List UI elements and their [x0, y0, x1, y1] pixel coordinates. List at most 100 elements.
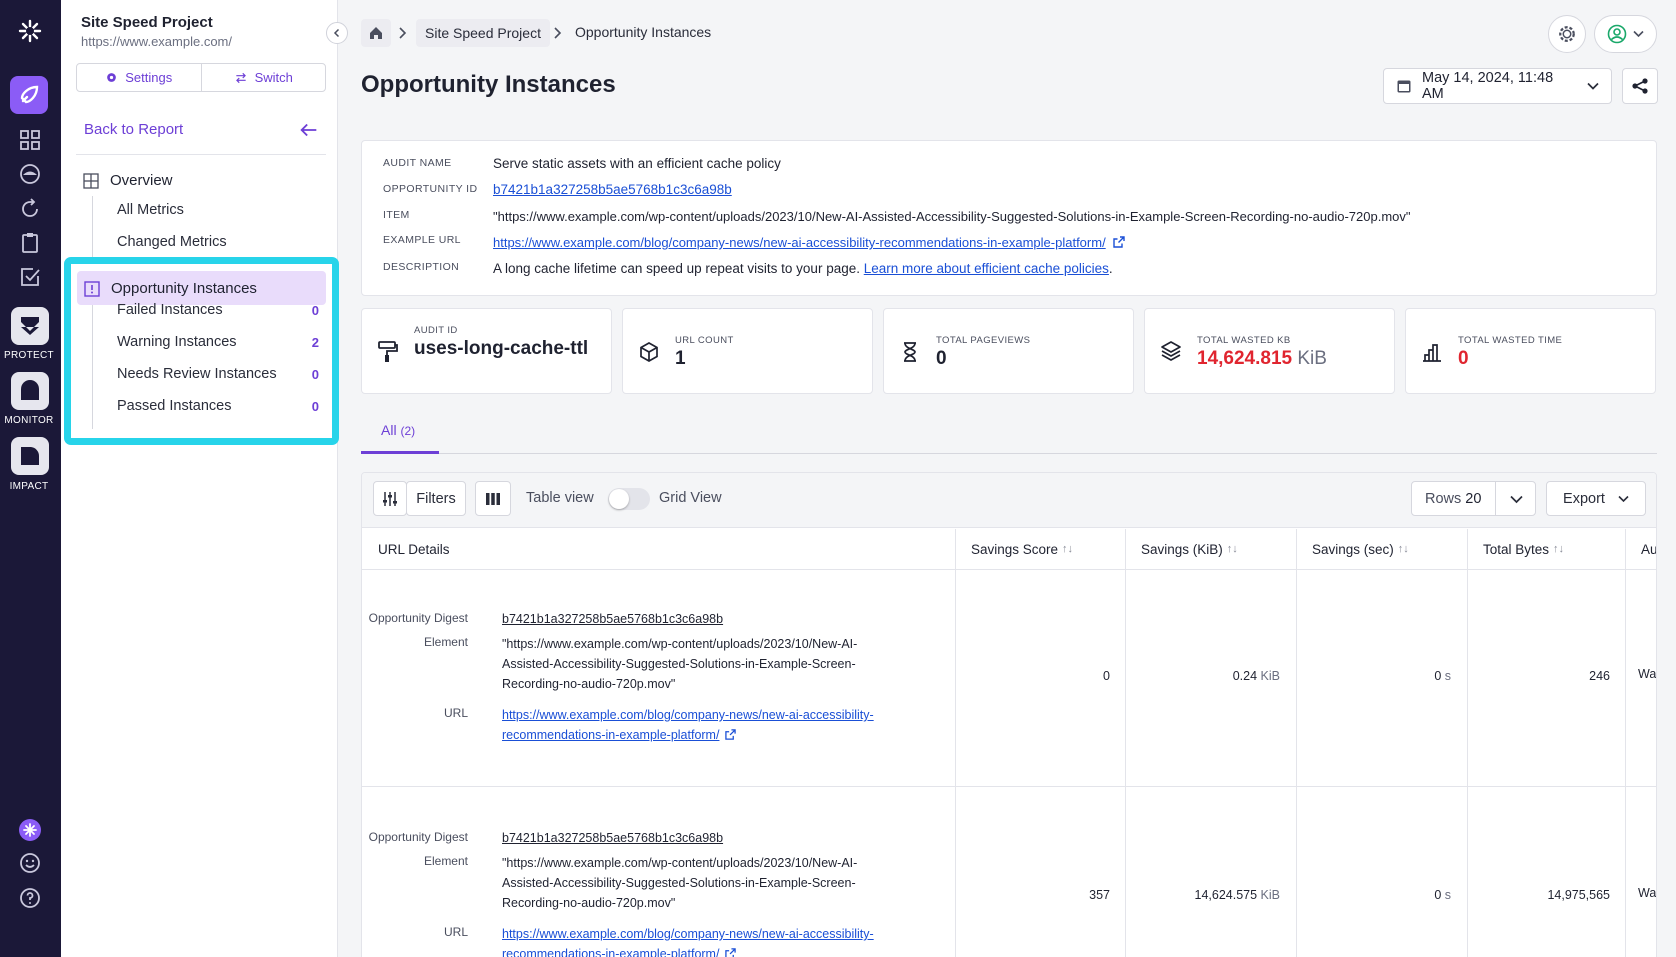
smiley-icon[interactable]	[18, 851, 42, 875]
url-link[interactable]: https://www.example.com/blog/company-new…	[502, 927, 874, 957]
column-header-savings-kib[interactable]: Savings (KiB) ↑↓	[1125, 529, 1238, 569]
savings-kib-cell: 14,624.575 KiB	[1125, 888, 1281, 902]
table-grid-icon	[83, 172, 99, 189]
export-label: Export	[1563, 490, 1605, 507]
tab-all-label: All	[381, 422, 397, 438]
rail-speed-button[interactable]	[10, 76, 48, 114]
savings-kib: 0.24	[1232, 669, 1258, 683]
sidebar-item-changed-metrics[interactable]: Changed Metrics	[117, 234, 227, 250]
stat-label: TOTAL WASTED TIME	[1458, 335, 1563, 346]
column-header-savings-score[interactable]: Savings Score ↑↓	[955, 529, 1073, 569]
grid-view-label: Grid View	[659, 490, 722, 506]
arrow-left-icon[interactable]	[298, 119, 320, 141]
url-link[interactable]: https://www.example.com/blog/company-new…	[502, 708, 874, 742]
back-to-report-link[interactable]: Back to Report	[84, 121, 183, 138]
column-header-total-bytes[interactable]: Total Bytes ↑↓	[1467, 529, 1564, 569]
sidebar-item-overview[interactable]: Overview	[83, 172, 173, 189]
collapse-sidebar-button[interactable]	[326, 22, 348, 44]
instances-table-panel: Filters Table view Grid View Rows 20 Exp…	[361, 472, 1657, 957]
savings-score: 0	[1103, 669, 1110, 683]
project-name: Site Speed Project	[81, 14, 213, 31]
stat-audit-id: AUDIT ID uses-long-cache-ttl	[361, 308, 612, 394]
brand-badge-icon[interactable]	[18, 818, 42, 842]
table-toolbar: Filters Table view Grid View Rows 20 Exp…	[362, 473, 1656, 528]
export-button[interactable]: Export	[1546, 481, 1646, 516]
gauge-icon[interactable]	[18, 162, 42, 186]
protect-button[interactable]	[11, 307, 49, 345]
sort-icon[interactable]: ↑↓	[1398, 543, 1409, 555]
clipboard-icon[interactable]	[18, 231, 42, 255]
column-header-savings-sec[interactable]: Savings (sec) ↑↓	[1296, 529, 1409, 569]
dashboard-grid-icon[interactable]	[18, 128, 42, 152]
stat-value: uses-long-cache-ttl	[414, 338, 589, 359]
refresh-icon[interactable]	[18, 197, 42, 221]
description-label: DESCRIPTION	[383, 261, 460, 273]
protect-label: PROTECT	[4, 350, 54, 361]
chevron-down-icon	[1618, 495, 1629, 502]
breadcrumb-home-button[interactable]	[361, 19, 391, 47]
opportunity-id-link[interactable]: b7421b1a327258b5ae5768b1c3c6a98b	[493, 182, 732, 197]
learn-more-link[interactable]: Learn more about efficient cache policie…	[864, 261, 1109, 276]
column-title: Savings Score	[971, 541, 1059, 557]
calendar-icon	[1397, 80, 1411, 93]
digest-link[interactable]: b7421b1a327258b5ae5768b1c3c6a98b	[502, 609, 902, 629]
column-settings-button[interactable]	[373, 481, 407, 516]
digest-link[interactable]: b7421b1a327258b5ae5768b1c3c6a98b	[502, 828, 902, 848]
description-text: A long cache lifetime can speed up repea…	[493, 261, 860, 276]
column-header-au[interactable]: Au	[1625, 529, 1657, 569]
column-title: Savings (KiB)	[1141, 541, 1223, 557]
date-value: May 14, 2024, 11:48 AM	[1422, 70, 1554, 102]
sliders-icon	[383, 491, 397, 506]
date-selector[interactable]: May 14, 2024, 11:48 AM	[1383, 68, 1612, 104]
checkbox-icon[interactable]	[18, 265, 42, 289]
columns-button[interactable]	[475, 481, 511, 516]
rows-per-page-select[interactable]: Rows 20	[1411, 481, 1536, 516]
column-divider	[1625, 529, 1626, 957]
sort-icon[interactable]: ↑↓	[1062, 543, 1073, 555]
external-link-icon[interactable]	[1113, 236, 1126, 248]
impact-button[interactable]	[11, 437, 49, 475]
row-divider	[362, 786, 1656, 787]
external-link-icon[interactable]	[725, 729, 737, 740]
stat-url-count: URL COUNT 1	[622, 308, 873, 394]
audit-name-label: AUDIT NAME	[383, 157, 452, 169]
external-link-icon[interactable]	[725, 948, 737, 957]
settings-button[interactable]: Settings	[77, 64, 201, 91]
settings-gear-button[interactable]	[1548, 15, 1586, 53]
user-menu-button[interactable]	[1594, 15, 1657, 53]
item-label: ITEM	[383, 209, 410, 221]
filters-button[interactable]: Filters	[406, 481, 466, 516]
view-toggle[interactable]	[608, 488, 650, 510]
layers-icon	[1161, 341, 1181, 361]
example-url-link[interactable]: https://www.example.com/blog/company-new…	[493, 235, 1106, 250]
share-button[interactable]	[1622, 68, 1658, 104]
au-value: Wa	[1638, 886, 1657, 900]
savings-score: 357	[1089, 888, 1110, 902]
stat-value-row: 14,624.815 KiB	[1197, 348, 1327, 370]
sort-icon[interactable]: ↑↓	[1553, 543, 1564, 555]
tab-all[interactable]: All (2)	[381, 422, 415, 438]
stat-unit: KiB	[1297, 348, 1327, 369]
sort-icon[interactable]: ↑↓	[1227, 543, 1238, 555]
stat-value: 1	[675, 348, 686, 369]
column-title: URL Details	[378, 541, 450, 557]
tab-active-indicator	[361, 451, 439, 454]
sidebar-item-all-metrics[interactable]: All Metrics	[117, 202, 184, 218]
sidebar-divider	[76, 154, 326, 155]
tab-all-count: (2)	[400, 424, 416, 438]
sec-unit: s	[1444, 888, 1451, 902]
total-bytes: 246	[1589, 669, 1610, 683]
app-logo-icon[interactable]	[16, 17, 44, 45]
switch-button[interactable]: Switch	[200, 64, 326, 91]
home-icon	[370, 27, 382, 39]
breadcrumb-project[interactable]: Site Speed Project	[416, 19, 550, 47]
monitor-button[interactable]	[11, 372, 49, 410]
help-icon[interactable]	[18, 886, 42, 910]
switch-arrows-icon	[235, 72, 246, 83]
left-rail: PROTECT MONITOR IMPACT	[0, 0, 61, 957]
element-label: Element	[423, 635, 468, 649]
settings-label: Settings	[125, 70, 173, 85]
columns-icon	[486, 492, 500, 505]
header-divider	[362, 569, 1656, 570]
column-title: Au	[1641, 541, 1657, 557]
